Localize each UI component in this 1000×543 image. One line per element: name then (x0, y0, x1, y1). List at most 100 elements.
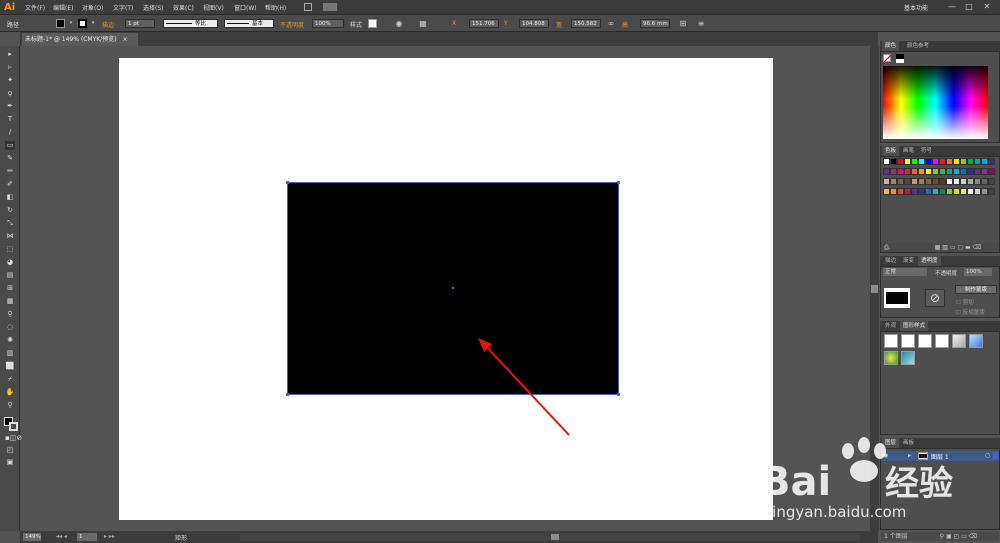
color-swatch[interactable] (939, 158, 946, 165)
tab-symbols[interactable]: 符号 (918, 146, 935, 156)
color-swatch[interactable] (946, 158, 953, 165)
color-swatch[interactable] (918, 188, 925, 195)
brush-definition-select[interactable]: 基本 (224, 19, 274, 28)
color-swatch[interactable] (967, 178, 974, 185)
artboard-tool-icon[interactable]: ⬜ (5, 362, 15, 371)
color-swatch[interactable] (974, 188, 981, 195)
color-swatch[interactable] (911, 158, 918, 165)
graphic-style-green[interactable] (884, 351, 898, 365)
workspace-switcher[interactable]: 基本功能 (904, 3, 928, 12)
tab-color-guide[interactable]: 颜色参考 (904, 41, 932, 51)
color-swatch[interactable] (953, 178, 960, 185)
color-swatch[interactable] (897, 178, 904, 185)
color-swatch[interactable] (960, 168, 967, 175)
selection-handle[interactable] (617, 393, 620, 396)
color-swatch[interactable] (918, 158, 925, 165)
color-swatch[interactable] (897, 168, 904, 175)
color-spectrum[interactable] (883, 66, 988, 139)
close-window-button[interactable]: ✕ (981, 2, 993, 12)
vertical-scroll-thumb[interactable] (871, 285, 878, 293)
direct-selection-tool-icon[interactable]: ▹ (5, 63, 15, 72)
color-swatch[interactable] (911, 168, 918, 175)
color-swatch[interactable] (981, 188, 988, 195)
eraser-tool-icon[interactable]: ◧ (5, 193, 15, 202)
rectangle-tool-icon[interactable]: ▭ (5, 141, 15, 150)
x-field[interactable]: 151.706 (469, 19, 499, 28)
pen-tool-icon[interactable]: ✒ (5, 102, 15, 111)
graphic-style-shadow[interactable] (952, 334, 966, 348)
free-transform-tool-icon[interactable]: ⬚ (5, 245, 15, 254)
menu-view[interactable]: 视图(V) (203, 3, 224, 13)
color-swatch[interactable] (953, 168, 960, 175)
color-swatch[interactable] (981, 168, 988, 175)
color-swatch[interactable] (883, 158, 890, 165)
eyedropper-tool-icon[interactable]: ⚲ (5, 310, 15, 319)
opacity-field[interactable]: 100% (312, 19, 344, 28)
graphic-style-default[interactable] (884, 334, 898, 348)
menu-file[interactable]: 文件(F) (25, 3, 45, 13)
color-swatch[interactable] (883, 168, 890, 175)
color-swatch[interactable] (953, 188, 960, 195)
y-field[interactable]: 104.808 (519, 19, 549, 28)
graphic-style-teal[interactable] (901, 351, 915, 365)
color-swatch[interactable] (988, 188, 995, 195)
scale-tool-icon[interactable]: ⤡ (5, 219, 15, 228)
color-swatch[interactable] (974, 168, 981, 175)
line-tool-icon[interactable]: / (5, 128, 15, 137)
document-tab[interactable]: 未标题-1* @ 149% (CMYK/预览) × (22, 33, 138, 46)
color-swatch[interactable] (988, 168, 995, 175)
tab-swatches[interactable]: 色板 (882, 146, 900, 156)
color-swatch[interactable] (960, 178, 967, 185)
color-swatch[interactable] (988, 158, 995, 165)
make-mask-button[interactable]: 制作蒙版 (955, 285, 997, 294)
menu-effect[interactable]: 效果(C) (173, 3, 194, 13)
symbol-sprayer-tool-icon[interactable]: ✺ (5, 336, 15, 345)
color-swatch[interactable] (904, 158, 911, 165)
color-swatch[interactable] (960, 158, 967, 165)
color-swatch[interactable] (911, 188, 918, 195)
mesh-tool-icon[interactable]: ⊞ (5, 284, 15, 293)
tab-gradient[interactable]: 渐变 (900, 256, 917, 266)
invert-mask-checkbox[interactable]: ☐ 反相蒙版 (956, 308, 985, 316)
height-field[interactable]: 96.6 mm (640, 19, 670, 28)
arrange-documents-icon[interactable] (323, 3, 337, 11)
color-swatch[interactable] (967, 188, 974, 195)
white-swatch[interactable] (896, 59, 904, 63)
blend-tool-icon[interactable]: ◌ (5, 323, 15, 332)
stroke-weight-field[interactable]: 1 pt (125, 19, 155, 28)
color-swatch[interactable] (904, 188, 911, 195)
transparency-opacity-field[interactable]: 100% (964, 268, 992, 276)
color-swatch[interactable] (946, 168, 953, 175)
color-swatch[interactable] (897, 188, 904, 195)
slice-tool-icon[interactable]: ⌿ (5, 375, 15, 384)
color-swatch[interactable] (939, 168, 946, 175)
color-swatch[interactable] (890, 158, 897, 165)
color-swatch[interactable] (967, 168, 974, 175)
menu-object[interactable]: 对象(O) (82, 3, 103, 13)
color-swatch[interactable] (925, 178, 932, 185)
color-swatch[interactable] (890, 188, 897, 195)
maximize-button[interactable]: □ (963, 2, 975, 12)
graphic-style-red-stroke[interactable] (935, 334, 949, 348)
color-swatch[interactable] (932, 188, 939, 195)
color-swatch[interactable] (946, 178, 953, 185)
zoom-level-select[interactable]: 149% (23, 533, 41, 541)
color-swatch[interactable] (960, 188, 967, 195)
artboard-number-field[interactable]: 1 (77, 533, 97, 541)
variable-width-profile-select[interactable]: 等比 (163, 19, 218, 28)
draw-mode-icon[interactable]: ◰ (5, 446, 15, 455)
color-swatch[interactable] (904, 168, 911, 175)
menu-select[interactable]: 选择(S) (143, 3, 164, 13)
recolor-artwork-icon[interactable]: ◉ (394, 18, 404, 29)
graphic-style-swatch[interactable] (368, 19, 377, 28)
horizontal-scroll-thumb[interactable] (551, 534, 559, 540)
color-swatch[interactable] (953, 158, 960, 165)
color-swatch[interactable] (932, 178, 939, 185)
color-swatch[interactable] (939, 188, 946, 195)
type-tool-icon[interactable]: T (5, 115, 15, 124)
opacity-label[interactable]: 不透明度 (280, 20, 304, 29)
graphic-style-blue[interactable] (969, 334, 983, 348)
color-swatch[interactable] (981, 158, 988, 165)
color-swatch[interactable] (925, 168, 932, 175)
stroke-swatch[interactable] (78, 19, 87, 28)
